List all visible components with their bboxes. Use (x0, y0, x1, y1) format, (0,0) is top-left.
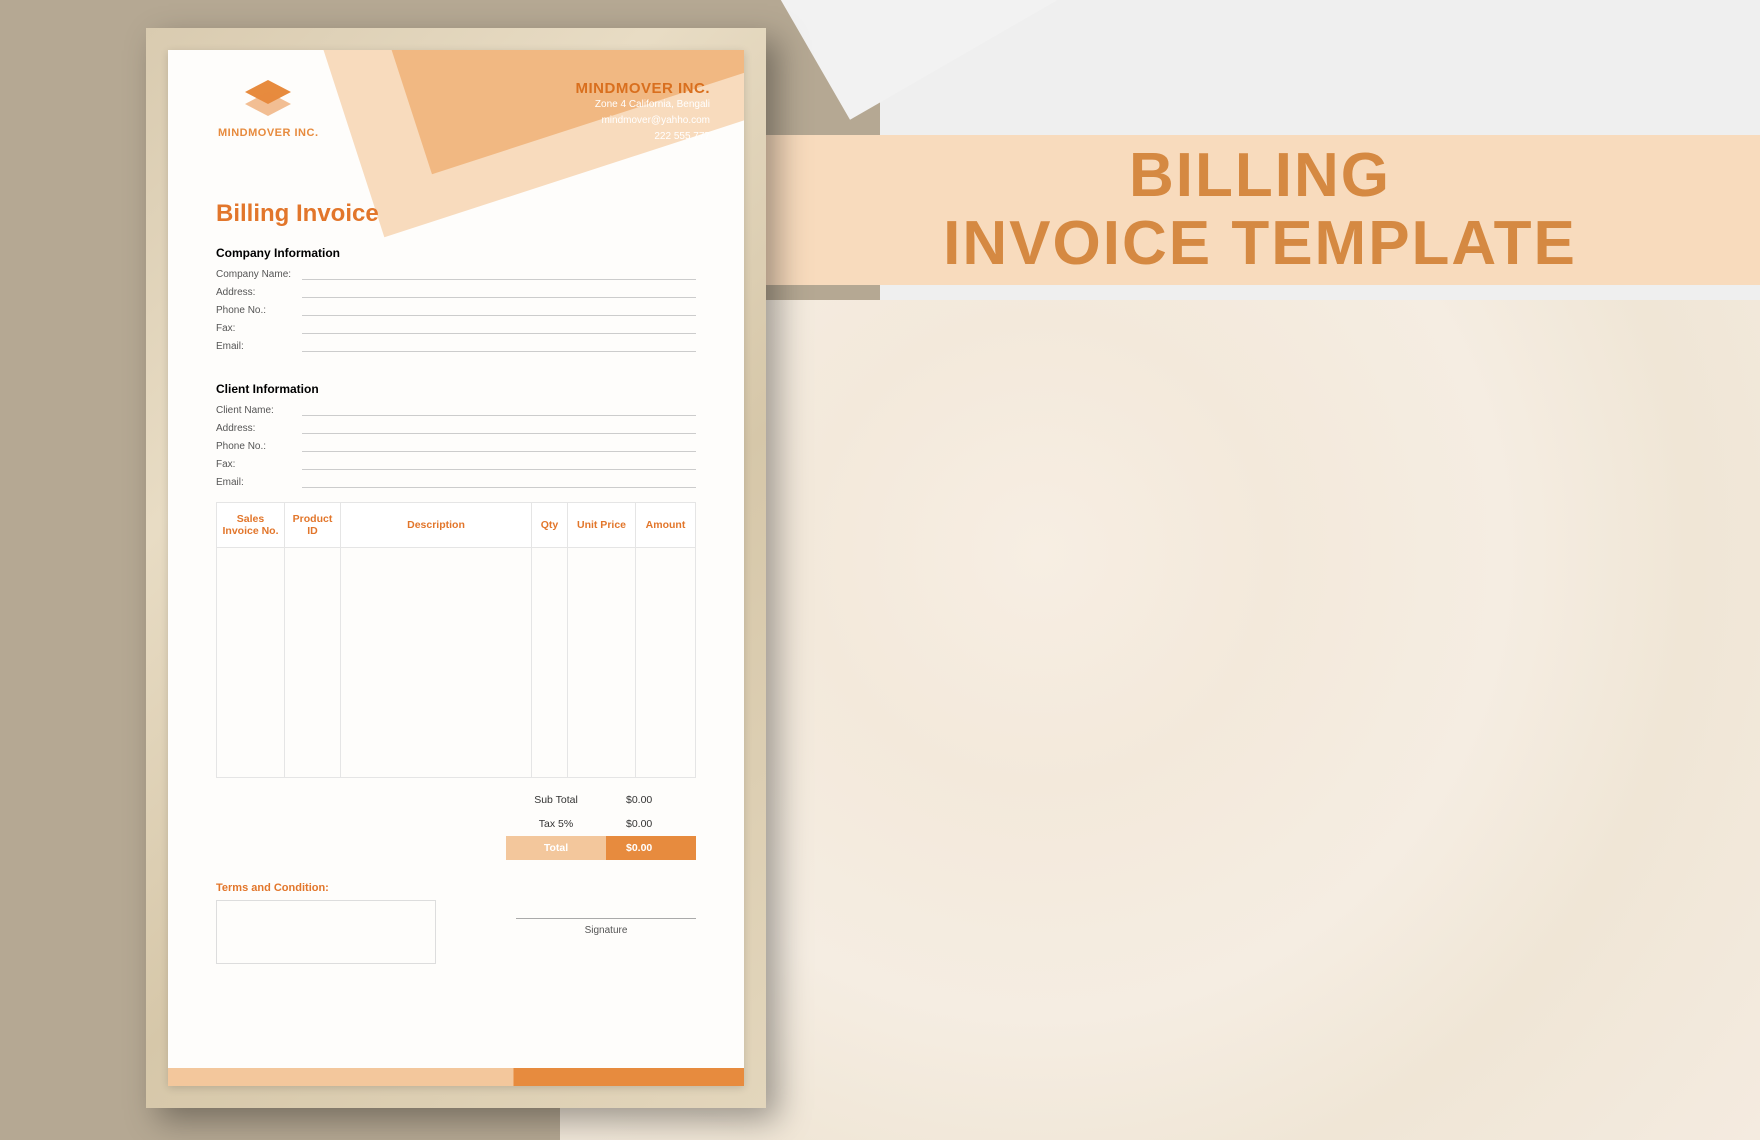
company-section-heading: Company Information (216, 246, 696, 260)
terms-block: Terms and Condition: (216, 882, 436, 964)
client-email-label: Email: (216, 477, 302, 488)
business-name: MINDMOVER INC. (576, 80, 711, 97)
col-invoice-no: Sales Invoice No. (217, 503, 285, 548)
tax-label: Tax 5% (506, 818, 606, 830)
footer-bar (168, 1068, 744, 1086)
client-address-row: Address: (216, 422, 696, 434)
company-fax-row: Fax: (216, 322, 696, 334)
totals-block: Sub Total $0.00 Tax 5% $0.00 Total $0.00 (216, 788, 696, 860)
company-name-row: Company Name: (216, 268, 696, 280)
cell-unit-price[interactable] (568, 548, 636, 778)
client-section-heading: Client Information (216, 382, 696, 396)
template-title: BILLING INVOICE TEMPLATE (943, 142, 1577, 278)
total-row: Total $0.00 (216, 836, 696, 860)
col-unit-price: Unit Price (568, 503, 636, 548)
company-address-row: Address: (216, 286, 696, 298)
document-title: Billing Invoice (216, 200, 696, 228)
client-phone-line[interactable] (302, 440, 696, 452)
client-name-line[interactable] (302, 404, 696, 416)
total-value: $0.00 (606, 836, 696, 860)
col-amount: Amount (636, 503, 696, 548)
tax-row: Tax 5% $0.00 (216, 812, 696, 836)
subtotal-value: $0.00 (606, 794, 696, 806)
business-phone: 222 555 777 (576, 129, 711, 145)
signature-line[interactable] (516, 918, 696, 919)
col-product-id: Product ID (285, 503, 341, 548)
table-body-row (217, 548, 696, 778)
logo-text: MINDMOVER INC. (218, 127, 319, 139)
logo-block: MINDMOVER INC. (218, 78, 319, 139)
title-line2: INVOICE TEMPLATE (943, 209, 1577, 278)
cell-qty[interactable] (532, 548, 568, 778)
business-email: mindmover@yahho.com (576, 113, 711, 129)
company-email-line[interactable] (302, 340, 696, 352)
client-phone-row: Phone No.: (216, 440, 696, 452)
client-fax-label: Fax: (216, 459, 302, 470)
tax-value: $0.00 (606, 818, 696, 830)
items-table: Sales Invoice No. Product ID Description… (216, 502, 696, 778)
company-address-label: Address: (216, 287, 302, 298)
title-line1: BILLING (1129, 141, 1391, 210)
company-phone-line[interactable] (302, 304, 696, 316)
terms-label: Terms and Condition: (216, 882, 436, 894)
company-address-line[interactable] (302, 286, 696, 298)
content-area: Billing Invoice Company Information Comp… (216, 200, 696, 964)
company-email-row: Email: (216, 340, 696, 352)
title-band: BILLING INVOICE TEMPLATE (760, 135, 1760, 285)
client-email-line[interactable] (302, 476, 696, 488)
signature-label: Signature (516, 925, 696, 936)
company-phone-row: Phone No.: (216, 304, 696, 316)
subtotal-label: Sub Total (506, 794, 606, 806)
company-fax-line[interactable] (302, 322, 696, 334)
col-description: Description (341, 503, 532, 548)
business-info: MINDMOVER INC. Zone 4 California, Bengal… (576, 80, 711, 145)
client-phone-label: Phone No.: (216, 441, 302, 452)
company-name-line[interactable] (302, 268, 696, 280)
footer-fields: Terms and Condition: Signature (216, 882, 696, 964)
client-email-row: Email: (216, 476, 696, 488)
cell-product-id[interactable] (285, 548, 341, 778)
company-name-label: Company Name: (216, 269, 302, 280)
company-email-label: Email: (216, 341, 302, 352)
col-qty: Qty (532, 503, 568, 548)
total-label: Total (506, 836, 606, 860)
subtotal-row: Sub Total $0.00 (216, 788, 696, 812)
client-fax-line[interactable] (302, 458, 696, 470)
client-address-label: Address: (216, 423, 302, 434)
client-name-row: Client Name: (216, 404, 696, 416)
terms-box[interactable] (216, 900, 436, 964)
company-fax-label: Fax: (216, 323, 302, 334)
cell-amount[interactable] (636, 548, 696, 778)
signature-block: Signature (516, 918, 696, 936)
business-address: Zone 4 California, Bengali (576, 97, 711, 113)
table-header-row: Sales Invoice No. Product ID Description… (217, 503, 696, 548)
invoice-sheet: MINDMOVER INC. MINDMOVER INC. Zone 4 Cal… (168, 50, 744, 1086)
client-name-label: Client Name: (216, 405, 302, 416)
cell-invoice-no[interactable] (217, 548, 285, 778)
client-fax-row: Fax: (216, 458, 696, 470)
cell-description[interactable] (341, 548, 532, 778)
stack-icon (241, 78, 295, 118)
company-phone-label: Phone No.: (216, 305, 302, 316)
client-address-line[interactable] (302, 422, 696, 434)
